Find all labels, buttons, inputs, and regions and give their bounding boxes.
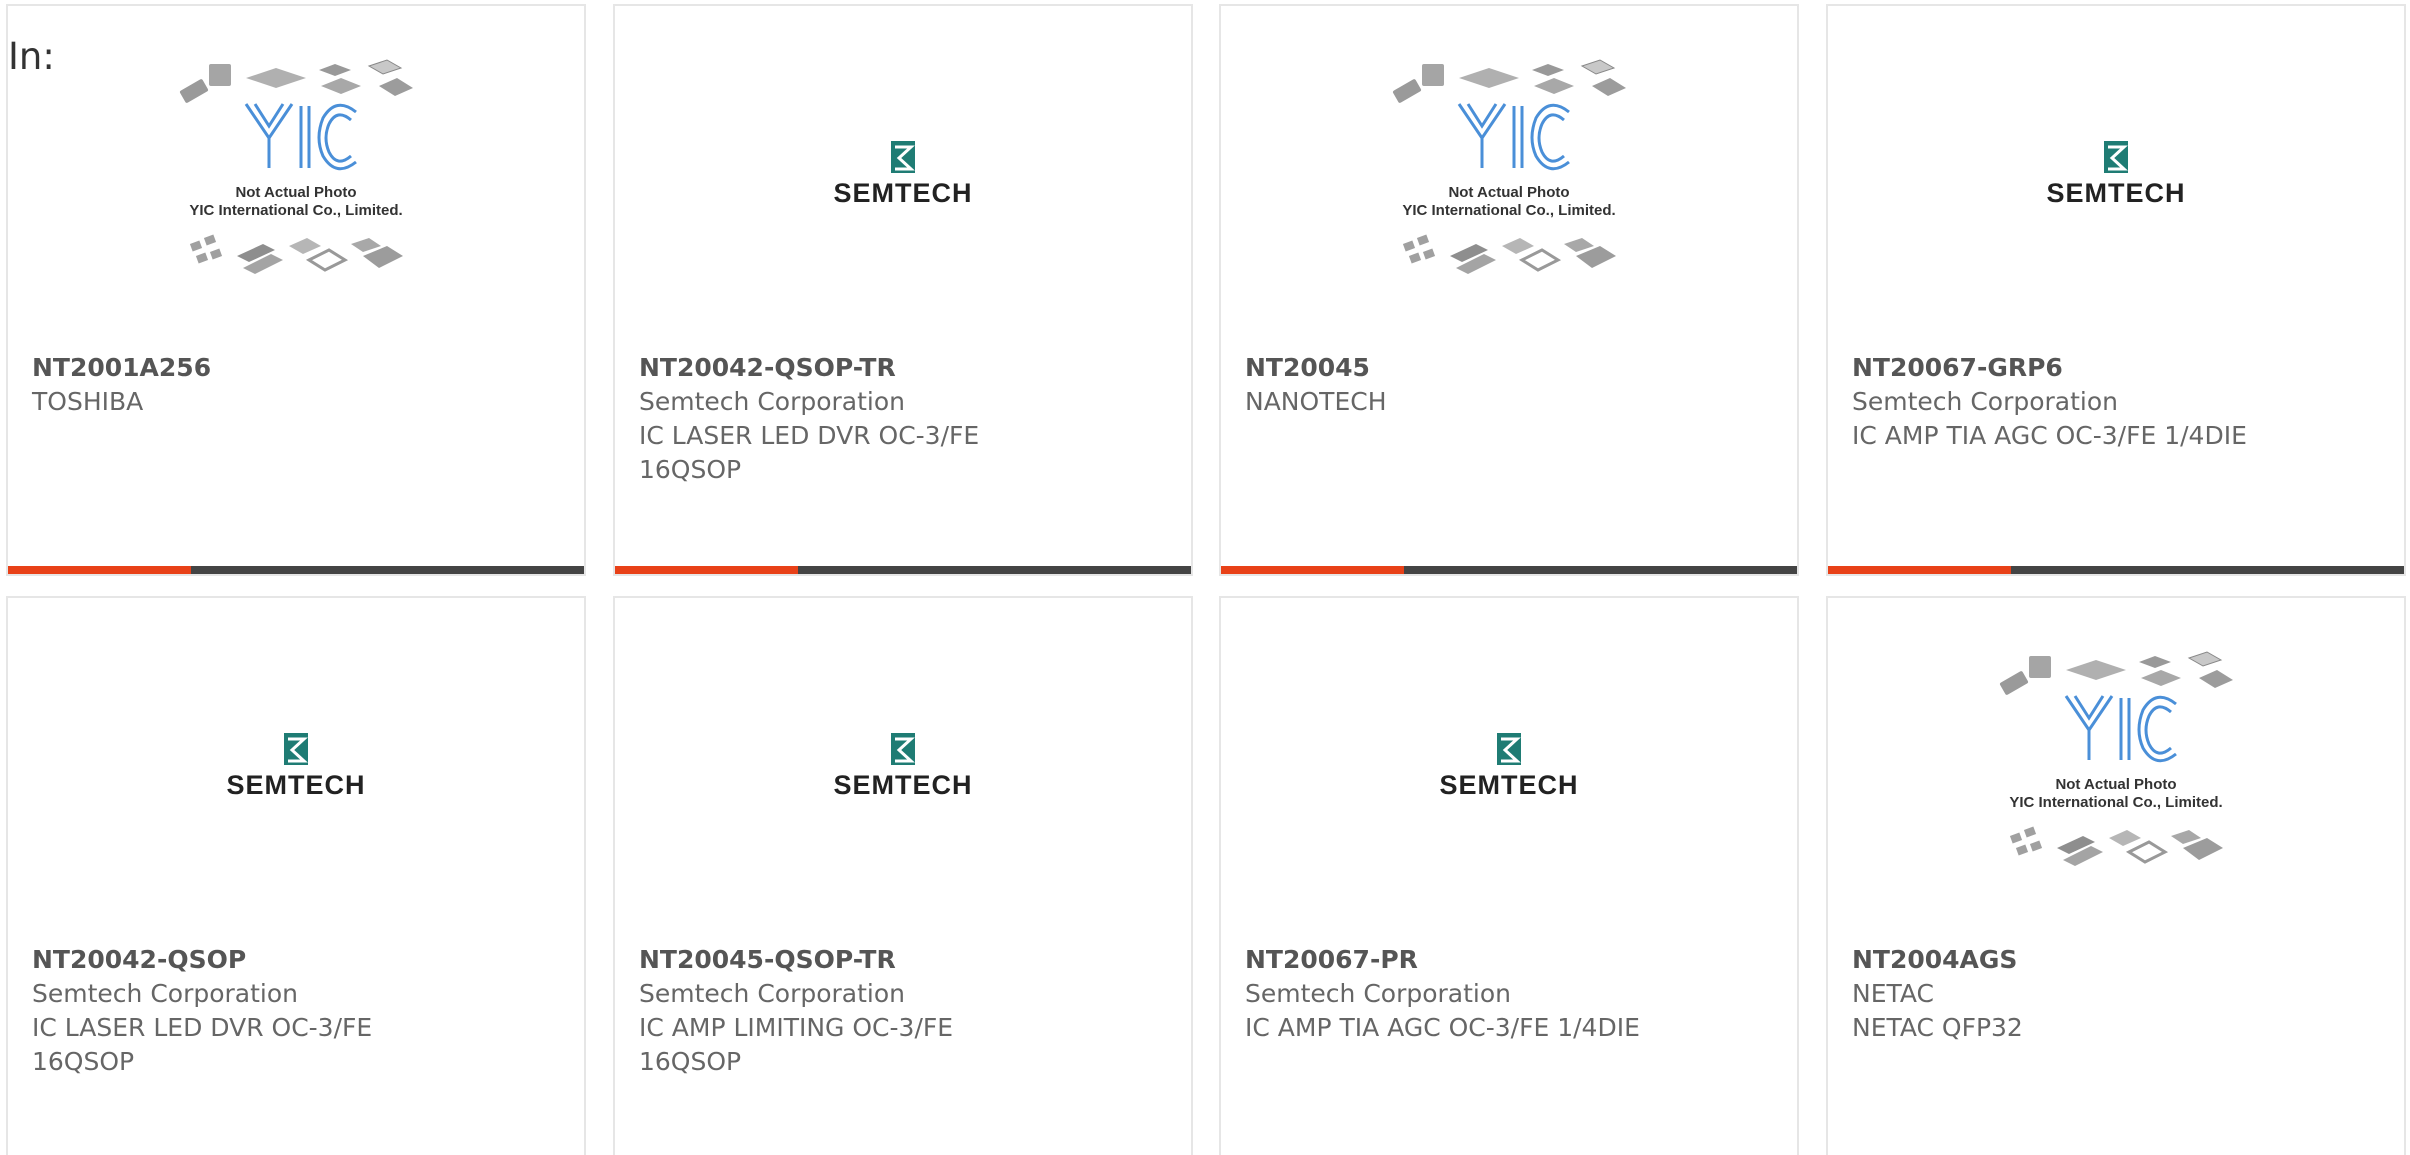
manufacturer: Semtech Corporation xyxy=(639,979,906,1008)
part-number-link[interactable]: NT20042-QSOP xyxy=(32,943,560,977)
product-card[interactable]: SEMTECH NT20045-QSOP-TR Semtech Corporat… xyxy=(613,596,1193,1155)
placeholder-company: YIC International Co., Limited. xyxy=(1402,202,1616,219)
card-footer-bar xyxy=(1221,566,1797,574)
product-image[interactable]: SEMTECH xyxy=(615,598,1191,938)
part-number-link[interactable]: NT20067-GRP6 xyxy=(1852,351,2380,385)
card-footer-bar xyxy=(615,566,1191,574)
part-number-link[interactable]: NT2004AGS xyxy=(1852,943,2380,977)
product-grid-page: In: Not Actual Photo YIC International Co… xyxy=(0,0,2410,1155)
placeholder-caption: Not Actual Photo xyxy=(1448,184,1570,201)
semtech-wordmark: SEMTECH xyxy=(1439,770,1579,800)
semtech-wordmark: SEMTECH xyxy=(833,178,973,208)
filter-label: In: xyxy=(8,35,55,78)
accent-bar xyxy=(615,566,798,574)
manufacturer: Semtech Corporation xyxy=(1245,979,1512,1008)
product-card[interactable]: SEMTECH NT20067-GRP6 Semtech Corporation… xyxy=(1826,4,2406,576)
product-image[interactable]: SEMTECH xyxy=(8,598,584,938)
product-image[interactable]: Not Actual Photo YIC International Co., L… xyxy=(1828,598,2404,938)
semtech-logo-image: SEMTECH xyxy=(793,733,1013,803)
description: 16QSOP xyxy=(639,455,742,484)
chip-illustration-icon xyxy=(179,59,413,274)
semtech-logo-image: SEMTECH xyxy=(1399,733,1619,803)
placeholder-caption: Not Actual Photo xyxy=(235,184,357,201)
semtech-mark-icon xyxy=(284,733,308,765)
description: 16QSOP xyxy=(639,1047,742,1076)
part-number-link[interactable]: NT2001A256 xyxy=(32,351,560,385)
placeholder-caption: Not Actual Photo xyxy=(2055,776,2177,793)
description: IC AMP TIA AGC OC-3/FE 1/4DIE xyxy=(1852,421,2247,450)
product-image[interactable]: Not Actual Photo YIC International Co., L… xyxy=(8,6,584,346)
product-card[interactable]: Not Actual Photo YIC International Co., L… xyxy=(1219,4,1799,576)
description: IC AMP TIA AGC OC-3/FE 1/4DIE xyxy=(1245,1013,1640,1042)
description: NETAC QFP32 xyxy=(1852,1013,2023,1042)
semtech-wordmark: SEMTECH xyxy=(226,770,366,800)
manufacturer: Semtech Corporation xyxy=(32,979,299,1008)
semtech-logo-image: SEMTECH xyxy=(2006,141,2226,211)
semtech-logo-image: SEMTECH xyxy=(186,733,406,803)
manufacturer: NETAC xyxy=(1852,979,1934,1008)
semtech-wordmark: SEMTECH xyxy=(2046,178,2186,208)
manufacturer: TOSHIBA xyxy=(32,387,144,416)
product-card[interactable]: Not Actual Photo YIC International Co., L… xyxy=(1826,596,2406,1155)
placeholder-company: YIC International Co., Limited. xyxy=(2009,794,2223,811)
semtech-mark-icon xyxy=(2104,141,2128,173)
semtech-logo-image: SEMTECH xyxy=(793,141,1013,211)
yic-placeholder-image: Not Actual Photo YIC International Co., L… xyxy=(151,56,441,296)
product-card[interactable]: SEMTECH NT20042-QSOP-TR Semtech Corporat… xyxy=(613,4,1193,576)
yic-placeholder-image: Not Actual Photo YIC International Co., L… xyxy=(1971,648,2261,888)
description: IC AMP LIMITING OC-3/FE xyxy=(639,1013,954,1042)
card-footer-bar xyxy=(8,566,584,574)
yic-placeholder-image: Not Actual Photo YIC International Co., L… xyxy=(1364,56,1654,296)
semtech-wordmark: SEMTECH xyxy=(833,770,973,800)
product-image[interactable]: Not Actual Photo YIC International Co., L… xyxy=(1221,6,1797,346)
product-card[interactable]: SEMTECH NT20067-PR Semtech Corporation I… xyxy=(1219,596,1799,1155)
part-number-link[interactable]: NT20067-PR xyxy=(1245,943,1773,977)
chip-illustration-icon xyxy=(1999,651,2233,866)
manufacturer: Semtech Corporation xyxy=(639,387,906,416)
description: 16QSOP xyxy=(32,1047,135,1076)
accent-bar xyxy=(1221,566,1404,574)
part-number-link[interactable]: NT20042-QSOP-TR xyxy=(639,351,1167,385)
product-image[interactable]: SEMTECH xyxy=(1221,598,1797,938)
product-image[interactable]: SEMTECH xyxy=(1828,6,2404,346)
description: IC LASER LED DVR OC-3/FE xyxy=(639,421,980,450)
description: IC LASER LED DVR OC-3/FE xyxy=(32,1013,373,1042)
part-number-link[interactable]: NT20045 xyxy=(1245,351,1773,385)
semtech-mark-icon xyxy=(1497,733,1521,765)
accent-bar xyxy=(1828,566,2011,574)
placeholder-company: YIC International Co., Limited. xyxy=(189,202,403,219)
accent-bar xyxy=(8,566,191,574)
semtech-mark-icon xyxy=(891,141,915,173)
card-footer-bar xyxy=(1828,566,2404,574)
chip-illustration-icon xyxy=(1392,59,1626,274)
product-image[interactable]: SEMTECH xyxy=(615,6,1191,346)
product-card[interactable]: SEMTECH NT20042-QSOP Semtech Corporation… xyxy=(6,596,586,1155)
manufacturer: NANOTECH xyxy=(1245,387,1387,416)
manufacturer: Semtech Corporation xyxy=(1852,387,2119,416)
semtech-mark-icon xyxy=(891,733,915,765)
part-number-link[interactable]: NT20045-QSOP-TR xyxy=(639,943,1167,977)
product-card[interactable]: Not Actual Photo YIC International Co., L… xyxy=(6,4,586,576)
